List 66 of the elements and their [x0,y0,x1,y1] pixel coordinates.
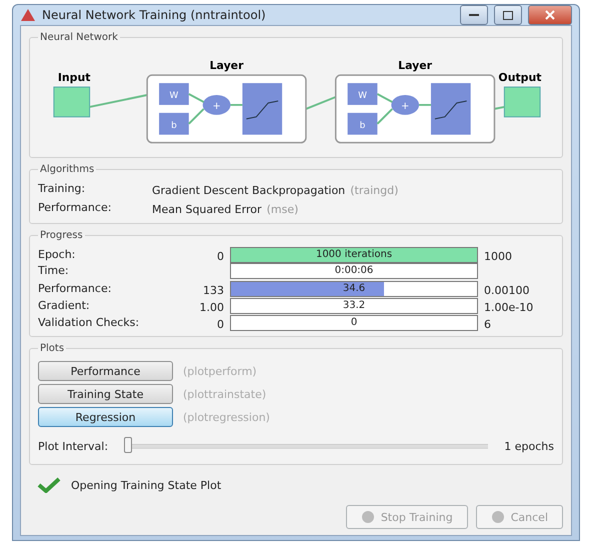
bias-block [159,112,189,135]
input-label: Input [58,71,90,84]
algorithm-label: Training: [38,182,86,195]
algorithm-label: Performance: [38,201,112,214]
progress-label: Validation Checks: [38,316,140,329]
progress-label: Gradient: [38,299,91,312]
interval-label: Plot Interval: [38,440,108,452]
close-icon [545,10,555,20]
plot-button[interactable]: Regression [38,407,173,427]
algorithm-value: Mean Squared Error [152,203,262,216]
target-value: 1.00e-10 [484,301,534,314]
output-block [504,86,541,118]
maximize-icon [503,10,513,20]
progress-label: Epoch: [38,248,76,261]
window-title: Neural Network Training (nntraintool) [42,8,267,22]
sum-node [202,95,230,115]
minimize-icon [469,13,479,17]
stop-icon [360,510,375,524]
stop-icon [490,510,505,524]
sum-label: + [212,100,221,112]
sum-node [391,95,420,115]
maximize-button[interactable] [494,5,522,25]
bias-label: b [360,120,366,131]
bias-label: b [171,120,177,131]
progress-value: 34.6 [342,283,366,294]
panel-title: Neural Network [39,32,119,43]
transfer-function-drawing [430,83,471,135]
start-value: 0 [217,250,224,263]
bias-block [348,112,378,135]
sum-label: + [401,100,410,112]
transfer-function-drawing [242,83,282,135]
target-value: 1000 [484,250,512,263]
weight-block [159,83,189,105]
plot-button[interactable]: Performance [38,361,173,381]
target-value: 0.00100 [484,284,530,297]
algorithm-value: Gradient Descent Backpropagation [152,184,346,197]
progress-label: Time: [38,264,70,277]
output-label: Output [498,71,542,84]
app-logo-icon [20,7,36,23]
plot-button[interactable]: Training State [38,384,173,404]
panel-title: Progress [39,230,84,241]
function-name: (traingd) [350,184,398,197]
target-value: 6 [484,318,491,331]
minimize-button[interactable] [460,5,488,25]
function-name: (plottrainstate) [183,388,266,400]
weight-label: W [358,91,367,101]
panel-title: Plots [39,343,66,354]
function-name: (plotregression) [183,410,270,424]
function-name: (mse) [266,203,298,216]
slider-thumb[interactable] [124,437,132,453]
start-value: 0 [217,318,224,331]
progress-value: 1000 iterations [316,249,392,260]
weight-label: W [170,91,178,101]
weight-block [348,83,378,105]
panel-title: Algorithms [39,164,96,175]
input-block [53,86,90,118]
function-name: (plotperform) [183,364,257,378]
layer-label: Layer [210,59,244,72]
status-message: Opening Training State Plot [71,478,222,492]
start-value: 133 [203,284,224,297]
interval-value: 1 epochs [504,440,554,452]
layer-label: Layer [398,59,432,72]
close-button[interactable] [528,5,572,25]
checkmark-icon [37,477,61,493]
progress-label: Performance: [38,282,112,295]
start-value: 1.00 [200,301,224,314]
